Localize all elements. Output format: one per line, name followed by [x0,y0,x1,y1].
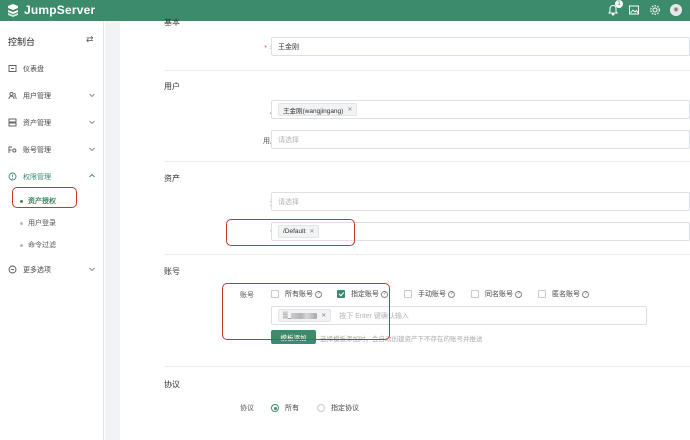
section-divider [164,366,690,367]
section-title-protocol: 协议 [164,380,180,389]
sidebar-toggle-icon[interactable]: ⇄ [86,34,94,45]
permission-icon [8,172,17,181]
sidebar-subitem-command-filter[interactable]: 命令过滤 [0,234,104,256]
sidebar-item-permissions[interactable]: 权限管理 [0,163,104,190]
help-icon[interactable]: ? [448,290,455,298]
sidebar: 控制台 ⇄ 仪表盘 用户管理 资产管理 账号管理 权限管理 资产授权 用户登录 … [0,21,104,440]
sidebar-item-label: 更多选项 [23,266,51,274]
radio-checked[interactable] [271,404,279,412]
sidebar-item-label: 用户管理 [23,92,51,100]
checkbox[interactable] [404,290,412,298]
sidebar-subitem-user-login[interactable]: 用户登录 [0,212,104,234]
sidebar-item-assets[interactable]: 资产管理 [0,109,104,136]
chevron-down-icon [89,147,95,152]
option-manual-accounts[interactable]: 手动账号? [404,289,455,299]
chevron-down-icon [89,120,95,125]
section-divider [164,70,690,71]
highlight-box-node [226,219,355,246]
checkbox[interactable] [538,290,546,298]
sidebar-item-dashboard[interactable]: 仪表盘 [0,55,104,82]
asset-placeholder: 请选择 [278,198,299,206]
user-group-placeholder: 请选择 [278,136,299,144]
dashboard-icon [8,65,17,72]
chevron-up-icon [89,173,95,178]
bullet-dot [20,243,23,247]
option-label: 指定协议 [331,405,359,412]
main-area: 基本 *名称 王金刚 用户 用户 王金刚(wangjingang)✕ 用户组 请… [105,18,690,440]
protocol-option-all[interactable]: 所有 [271,403,299,413]
option-anonymous-accounts[interactable]: 匿名账号? [538,289,589,299]
sidebar-item-accounts[interactable]: 账号管理 [0,136,104,163]
chevron-down-icon [89,267,95,272]
section-title-asset: 资产 [164,174,180,183]
protocol-option-specified[interactable]: 指定协议 [317,403,359,413]
app-logo[interactable]: JumpServer [6,3,95,17]
notification-bell-icon[interactable]: 1 [607,0,623,16]
user-select[interactable]: 王金刚(wangjingang) ✕ [271,100,690,119]
tag-close-icon[interactable]: ✕ [347,106,352,113]
users-icon [8,91,17,100]
sidebar-title: 控制台 [8,37,36,47]
notification-badge: 1 [615,0,623,8]
help-icon[interactable]: ? [582,290,589,298]
settings-gear-icon[interactable] [649,4,661,16]
accounts-icon [8,146,17,153]
option-label: 同名账号 [485,291,513,298]
logo-icon [8,4,18,17]
help-icon[interactable]: ? [515,290,522,298]
sidebar-item-more[interactable]: 更多选项 [0,256,104,283]
section-divider [164,161,690,162]
highlight-box-sidebar [12,187,77,208]
user-tag: 王金刚(wangjingang) ✕ [278,103,358,116]
name-input-value: 王金刚 [278,43,299,51]
top-bar: JumpServer 1 ◉ [0,0,690,21]
checkbox[interactable] [471,290,479,298]
name-input[interactable]: 王金刚 [271,37,690,56]
section-title-account: 账号 [164,267,180,276]
image-view-icon[interactable] [628,4,640,16]
protocol-label: 协议 [240,405,254,412]
sidebar-subitem-label: 用户登录 [28,220,56,227]
sidebar-subitem-label: 命令过滤 [28,242,56,249]
more-icon [8,265,17,274]
app-name: JumpServer [24,3,96,17]
section-divider [164,254,690,255]
sidebar-item-label: 权限管理 [23,173,51,181]
sidebar-item-label: 仪表盘 [23,65,44,73]
option-label: 手动账号 [418,291,446,298]
section-title-basic: 基本 [164,18,180,27]
assets-icon [8,118,17,127]
option-label: 匿名账号 [552,291,580,298]
chevron-down-icon [89,93,95,98]
user-avatar[interactable]: ◉ [670,4,682,16]
sidebar-item-users[interactable]: 用户管理 [0,82,104,109]
asset-select[interactable]: 请选择 [271,192,690,211]
highlight-box-account [222,283,390,340]
form-panel: 基本 *名称 王金刚 用户 用户 王金刚(wangjingang)✕ 用户组 请… [120,18,690,440]
bullet-dot [20,221,23,225]
sidebar-item-label: 账号管理 [23,146,51,154]
sidebar-item-label: 资产管理 [23,119,51,127]
user-group-select[interactable]: 请选择 [271,130,690,149]
option-label: 所有 [285,405,299,412]
option-same-name-accounts[interactable]: 同名账号? [471,289,522,299]
section-title-user: 用户 [164,82,180,91]
radio[interactable] [317,404,325,412]
